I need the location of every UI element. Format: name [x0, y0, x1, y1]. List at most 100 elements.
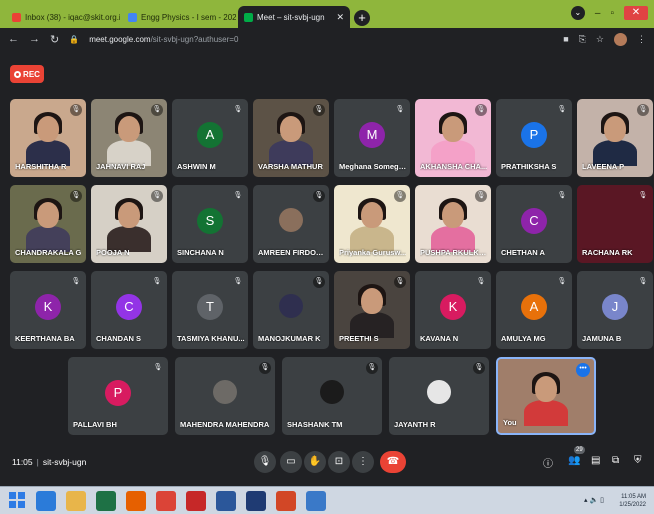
- participant-tile[interactable]: A 🎙 AMULYA MG: [496, 271, 572, 349]
- share-icon[interactable]: ⎘: [579, 34, 586, 45]
- participant-tile[interactable]: 🎙 SHASHANK TM: [282, 357, 382, 435]
- tab-search-icon[interactable]: ⌄: [570, 6, 585, 20]
- bookmark-star-icon[interactable]: ☆: [596, 34, 604, 45]
- muted-mic-icon: 🎙: [557, 278, 567, 285]
- taskbar-clock[interactable]: 11:05 AM 1/25/2022: [619, 493, 646, 509]
- camera-indicator-icon[interactable]: ■: [563, 34, 568, 44]
- excel-taskbar-icon[interactable]: [96, 491, 116, 511]
- participant-tile[interactable]: 🎙 Priyanka Gurusw...: [334, 185, 410, 263]
- ie-taskbar-icon[interactable]: [36, 491, 56, 511]
- system-tray-icons[interactable]: ▴ 🔈 ▯: [584, 496, 604, 504]
- tab-title: Inbox (38) - iqac@skit.org.in - Sri: [25, 12, 120, 22]
- teams-taskbar-icon[interactable]: [246, 491, 266, 511]
- participant-tile[interactable]: 🎙 JAHNAVI RAJ: [91, 99, 167, 177]
- participant-tile[interactable]: 🎙 CHANDRAKALA G: [10, 185, 86, 263]
- rec-label: REC: [23, 69, 40, 79]
- media-taskbar-icon[interactable]: [306, 491, 326, 511]
- profile-avatar[interactable]: [614, 32, 627, 46]
- participant-tile[interactable]: C 🎙 CHANDAN S: [91, 271, 167, 349]
- participant-tile[interactable]: J 🎙 JAMUNA B: [577, 271, 653, 349]
- participant-name: AMREEN FIRDOSEA: [258, 248, 328, 257]
- maximize-button[interactable]: ▫: [610, 8, 614, 19]
- participant-tile[interactable]: T 🎙 TASMIYA KHANU...: [172, 271, 248, 349]
- participant-tile[interactable]: 🎙 HARSHITHA R: [10, 99, 86, 177]
- microphone-button[interactable]: 🎙: [254, 451, 276, 473]
- participant-tile[interactable]: 🎙 PUSHPA RKULKA...: [415, 185, 491, 263]
- participant-tile[interactable]: 🎙 MANOJKUMAR K: [253, 271, 329, 349]
- more-options-button[interactable]: ⋮: [352, 451, 374, 473]
- reload-icon[interactable]: ↻: [50, 33, 59, 46]
- explorer-taskbar-icon[interactable]: [66, 491, 86, 511]
- participant-tile[interactable]: 🎙 POOJA N: [91, 185, 167, 263]
- participant-tile[interactable]: 🎙 VARSHA MATHUR: [253, 99, 329, 177]
- windows-start-icon[interactable]: [8, 491, 28, 511]
- participant-tile[interactable]: 🎙 AKHANSHA CHA...: [415, 99, 491, 177]
- muted-mic-icon: 🎙: [638, 192, 648, 199]
- activities-icon[interactable]: ⧉: [612, 455, 619, 466]
- participant-tile[interactable]: 🎙 MAHENDRA MAHENDRA: [175, 357, 275, 435]
- powerpoint-taskbar-icon[interactable]: [276, 491, 296, 511]
- muted-mic-icon: 🎙: [394, 190, 406, 202]
- participant-tile[interactable]: P 🎙 PALLAVI BH: [68, 357, 168, 435]
- participant-tile[interactable]: S 🎙 SINCHANA N: [172, 185, 248, 263]
- participant-name: JAHNAVI RAJ: [96, 162, 146, 171]
- tab-strip: Inbox (38) - iqac@skit.org.in - Sri ✕ En…: [0, 4, 600, 28]
- muted-mic-icon: 🎙: [153, 364, 163, 371]
- back-icon[interactable]: ←: [8, 33, 19, 45]
- participant-face: [280, 116, 302, 143]
- meeting-info-icon[interactable]: ⓘ: [543, 455, 553, 470]
- participant-name: You: [503, 418, 517, 427]
- tab-inbox[interactable]: Inbox (38) - iqac@skit.org.in - Sri ✕: [6, 6, 120, 28]
- recording-badge: REC: [10, 65, 44, 83]
- tab-meet[interactable]: Meet – sit-svbj-ugn ✕: [238, 6, 350, 28]
- new-tab-button[interactable]: +: [354, 10, 370, 26]
- tile-options-icon[interactable]: •••: [576, 363, 590, 377]
- participant-tile[interactable]: K 🎙 KAVANA N: [415, 271, 491, 349]
- participant-name: AKHANSHA CHA...: [420, 162, 488, 171]
- lock-icon[interactable]: 🔒: [69, 35, 79, 44]
- muted-mic-icon: 🎙: [70, 190, 82, 202]
- muted-mic-icon: 🎙: [233, 192, 243, 199]
- firefox-taskbar-icon[interactable]: [126, 491, 146, 511]
- host-controls-icon[interactable]: ⛨: [634, 455, 642, 466]
- participant-body: [524, 400, 568, 427]
- people-icon[interactable]: 👥: [568, 455, 580, 466]
- url-field[interactable]: meet.google.com/sit-svbj-ugn?authuser=0: [89, 35, 238, 44]
- tab-title: Meet – sit-svbj-ugn: [257, 12, 325, 22]
- participant-tile[interactable]: 🎙 RACHANA RK: [577, 185, 653, 263]
- participant-tile[interactable]: P 🎙 PRATHIKSHA S: [496, 99, 572, 177]
- participant-tile[interactable]: 🎙 LAVEENA P: [577, 99, 653, 177]
- gmail-favicon-icon: [12, 12, 21, 22]
- pdf-taskbar-icon[interactable]: [186, 491, 206, 511]
- participant-name: MANOJKUMAR K: [258, 334, 321, 343]
- classroom-favicon-icon: [128, 12, 137, 22]
- camera-button[interactable]: ▭: [280, 451, 302, 473]
- participant-tile[interactable]: 🎙 JAYANTH R: [389, 357, 489, 435]
- participant-tile[interactable]: A 🎙 ASHWIN M: [172, 99, 248, 177]
- participant-face: [37, 116, 59, 143]
- chrome-taskbar-icon[interactable]: [156, 491, 176, 511]
- muted-mic-icon: 🎙: [259, 362, 271, 374]
- participant-tile[interactable]: ••• You: [496, 357, 596, 435]
- participant-tile[interactable]: K 🎙 KEERTHANA BA: [10, 271, 86, 349]
- participant-avatar: C: [116, 294, 142, 320]
- participant-avatar: A: [521, 294, 547, 320]
- muted-mic-icon: 🎙: [313, 190, 325, 202]
- menu-icon[interactable]: ⋮: [637, 34, 646, 45]
- participant-name: POOJA N: [96, 248, 130, 257]
- chat-icon[interactable]: ▤: [591, 455, 600, 466]
- forward-icon[interactable]: →: [29, 33, 40, 45]
- participant-avatar: T: [197, 294, 223, 320]
- close-tab-icon[interactable]: ✕: [336, 12, 344, 23]
- present-button[interactable]: ⊡: [328, 451, 350, 473]
- leave-call-button[interactable]: ☎: [380, 451, 406, 473]
- participant-tile[interactable]: 🎙 AMREEN FIRDOSEA: [253, 185, 329, 263]
- minimize-button[interactable]: –: [595, 8, 601, 19]
- participant-tile[interactable]: M 🎙 Meghana Somego...: [334, 99, 410, 177]
- participant-tile[interactable]: 🎙 PREETHI S: [334, 271, 410, 349]
- close-window-button[interactable]: ✕: [624, 6, 648, 20]
- participant-tile[interactable]: C 🎙 CHETHAN A: [496, 185, 572, 263]
- raise-hand-button[interactable]: ✋: [304, 451, 326, 473]
- tab-engg-physics[interactable]: Engg Physics - I sem - 2021-22 F ✕: [122, 6, 236, 28]
- word-taskbar-icon[interactable]: [216, 491, 236, 511]
